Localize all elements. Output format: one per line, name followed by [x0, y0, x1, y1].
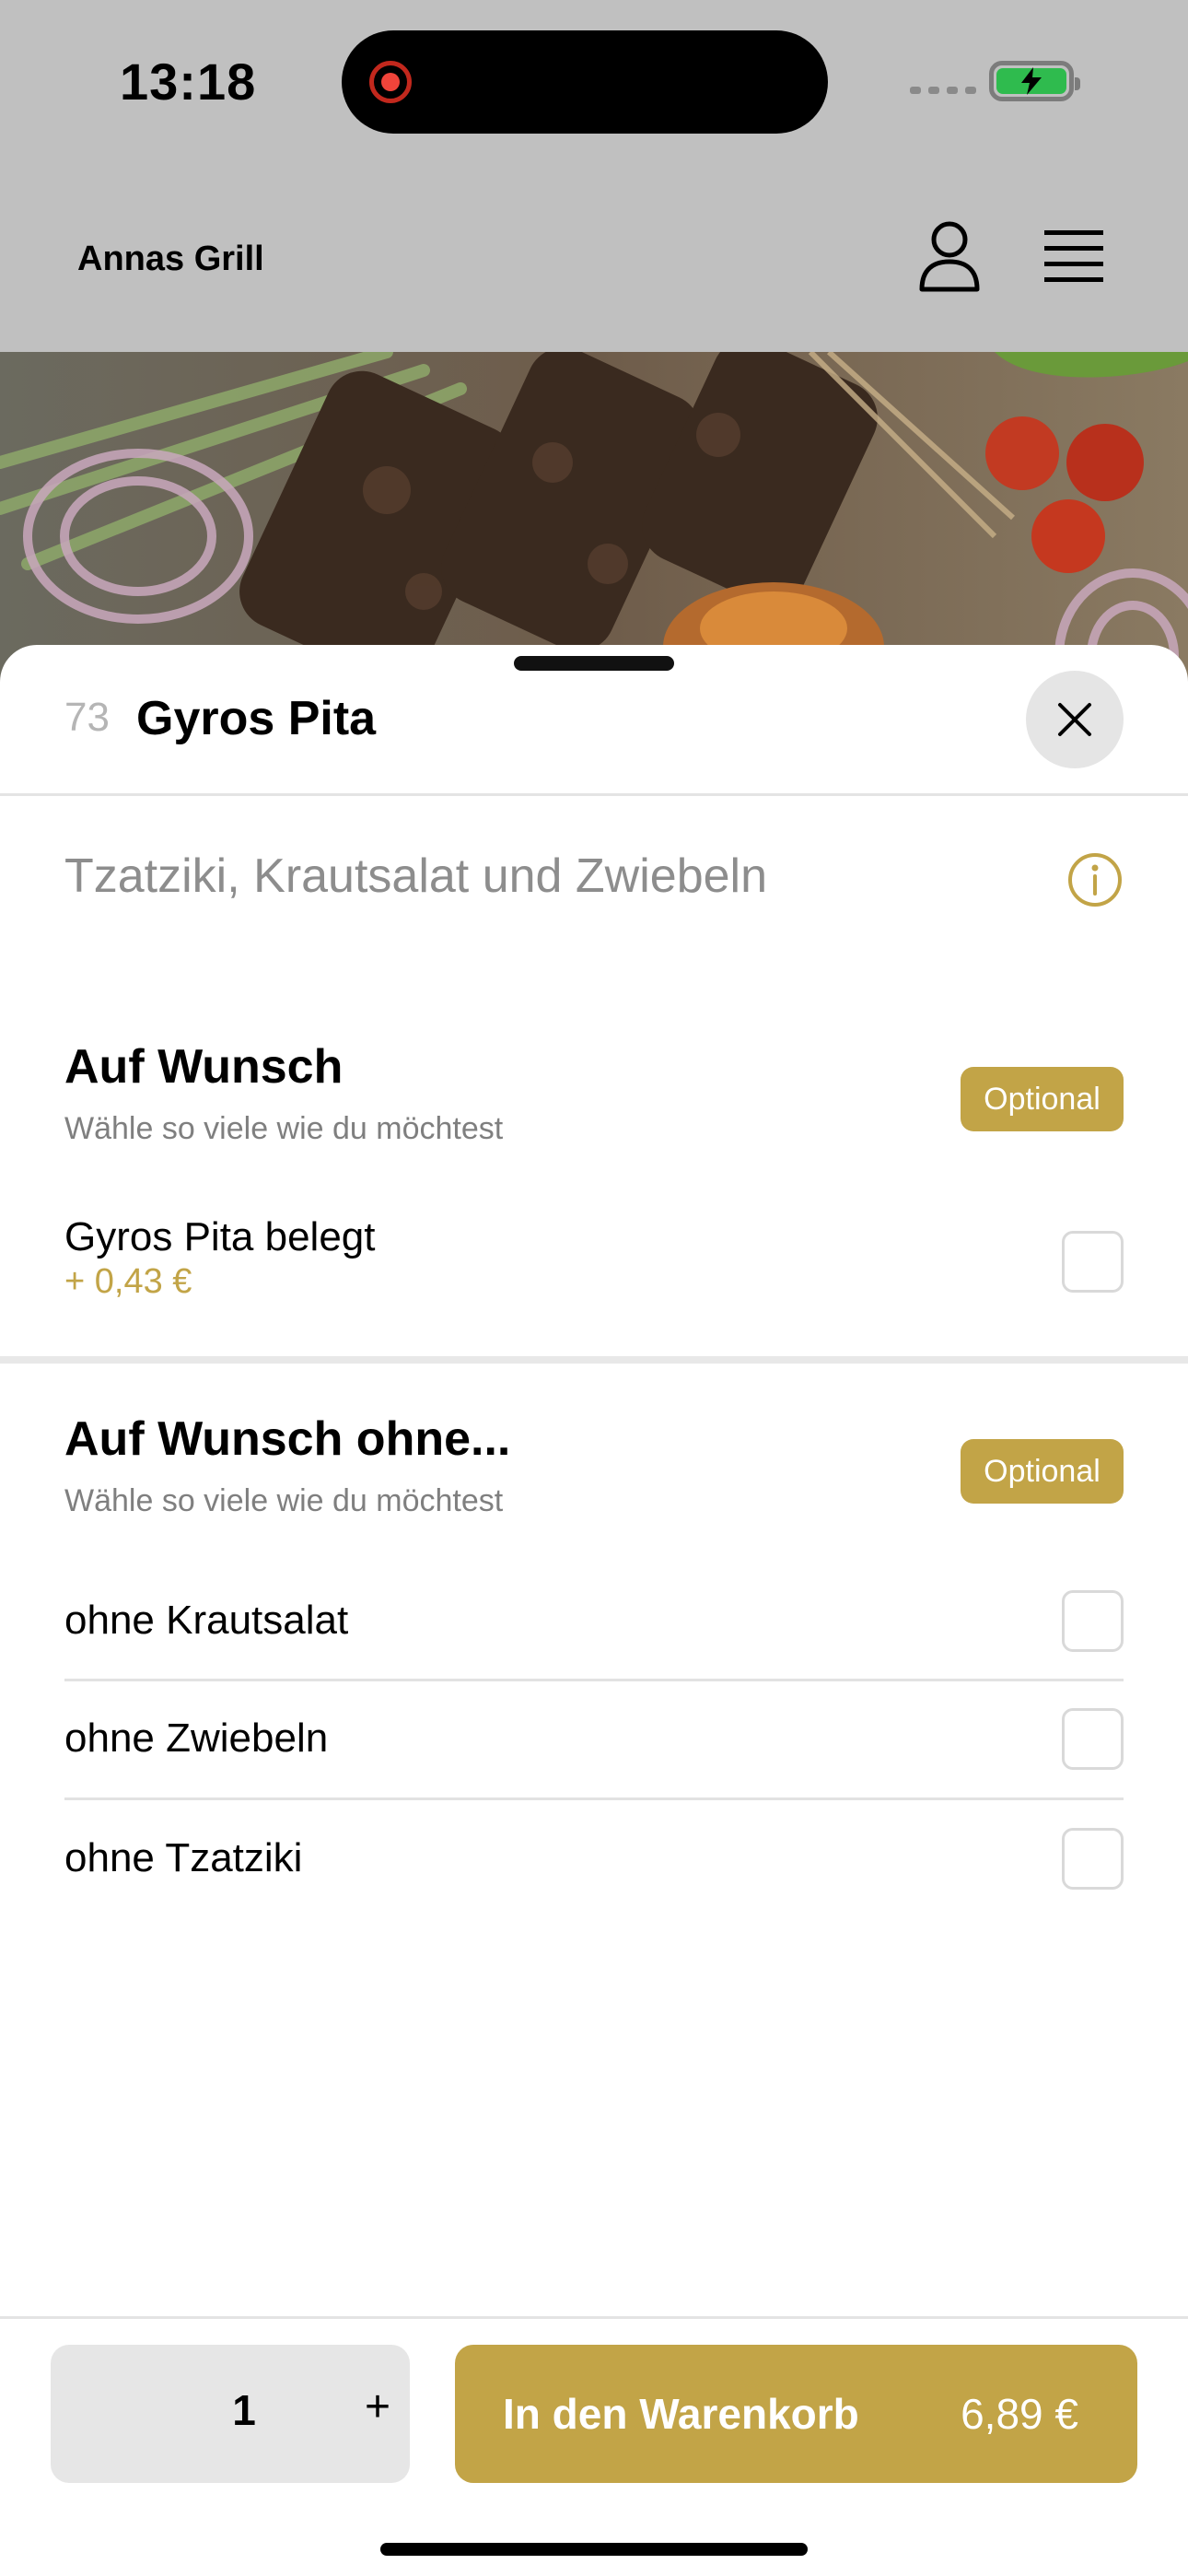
row-divider [64, 1797, 1124, 1800]
add-to-cart-button[interactable]: In den Warenkorb 6,89 € [455, 2345, 1137, 2483]
item-detail-sheet: 73 Gyros Pita Tzatziki, Krautsalat und Z… [0, 645, 1188, 2576]
item-number: 73 [64, 695, 110, 740]
item-description-row: Tzatziki, Krautsalat und Zwiebeln [64, 848, 1124, 931]
app-header: Annas Grill [0, 166, 1188, 352]
status-bar: 13:18 [0, 0, 1188, 166]
battery-charging-icon [989, 61, 1080, 101]
user-icon[interactable] [917, 219, 982, 293]
option-checkbox[interactable] [1062, 1590, 1124, 1652]
item-description: Tzatziki, Krautsalat und Zwiebeln [64, 849, 768, 903]
group-subtitle: Wähle so viele wie du möchtest [64, 1483, 504, 1518]
close-icon [1058, 703, 1091, 736]
add-to-cart-price: 6,89 € [961, 2390, 1078, 2438]
record-icon [369, 61, 412, 103]
background-app: 13:18 Annas Grill [0, 0, 1188, 700]
option-checkbox[interactable] [1062, 1231, 1124, 1293]
home-indicator[interactable] [380, 2543, 808, 2556]
quantity-value: 1 [232, 2386, 256, 2434]
sheet-header: 73 Gyros Pita [0, 645, 1188, 796]
optional-badge: Optional [961, 1067, 1124, 1131]
group-title: Auf Wunsch ohne... [64, 1412, 511, 1466]
menu-icon[interactable] [1044, 228, 1103, 284]
optional-badge: Optional [961, 1439, 1124, 1504]
section-divider [0, 1356, 1188, 1364]
group-subtitle: Wähle so viele wie du möchtest [64, 1111, 504, 1146]
info-icon[interactable] [1066, 851, 1124, 908]
add-to-cart-label: In den Warenkorb [503, 2390, 859, 2438]
item-title: Gyros Pita [136, 692, 377, 745]
dynamic-island [342, 30, 828, 134]
group-title: Auf Wunsch [64, 1040, 344, 1094]
signal-icon [910, 87, 976, 94]
option-label: Gyros Pita belegt [64, 1214, 376, 1259]
close-button[interactable] [1026, 671, 1124, 768]
option-label: ohne Krautsalat [64, 1598, 349, 1643]
quantity-stepper[interactable]: 1 + [51, 2345, 410, 2483]
option-price: + 0,43 € [64, 1262, 192, 1301]
option-label: ohne Tzatziki [64, 1835, 303, 1880]
brand-name[interactable]: Annas Grill [77, 240, 264, 279]
footer-divider [0, 2316, 1188, 2319]
option-label: ohne Zwiebeln [64, 1715, 329, 1761]
option-checkbox[interactable] [1062, 1708, 1124, 1770]
option-checkbox[interactable] [1062, 1828, 1124, 1890]
row-divider [64, 1679, 1124, 1681]
status-time: 13:18 [120, 53, 257, 111]
quantity-plus-button[interactable]: + [355, 2382, 401, 2432]
